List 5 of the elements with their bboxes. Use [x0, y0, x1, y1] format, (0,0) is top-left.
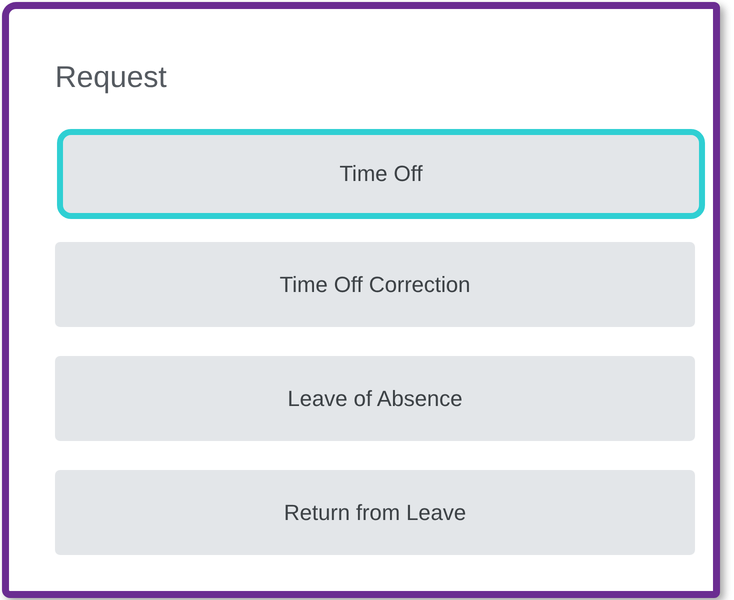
- request-button[interactable]: Time Off: [63, 135, 699, 213]
- request-button[interactable]: Leave of Absence: [55, 356, 695, 441]
- request-button[interactable]: Time Off Correction: [55, 242, 695, 327]
- request-button[interactable]: Return from Leave: [55, 470, 695, 555]
- section-title: Request: [55, 61, 168, 95]
